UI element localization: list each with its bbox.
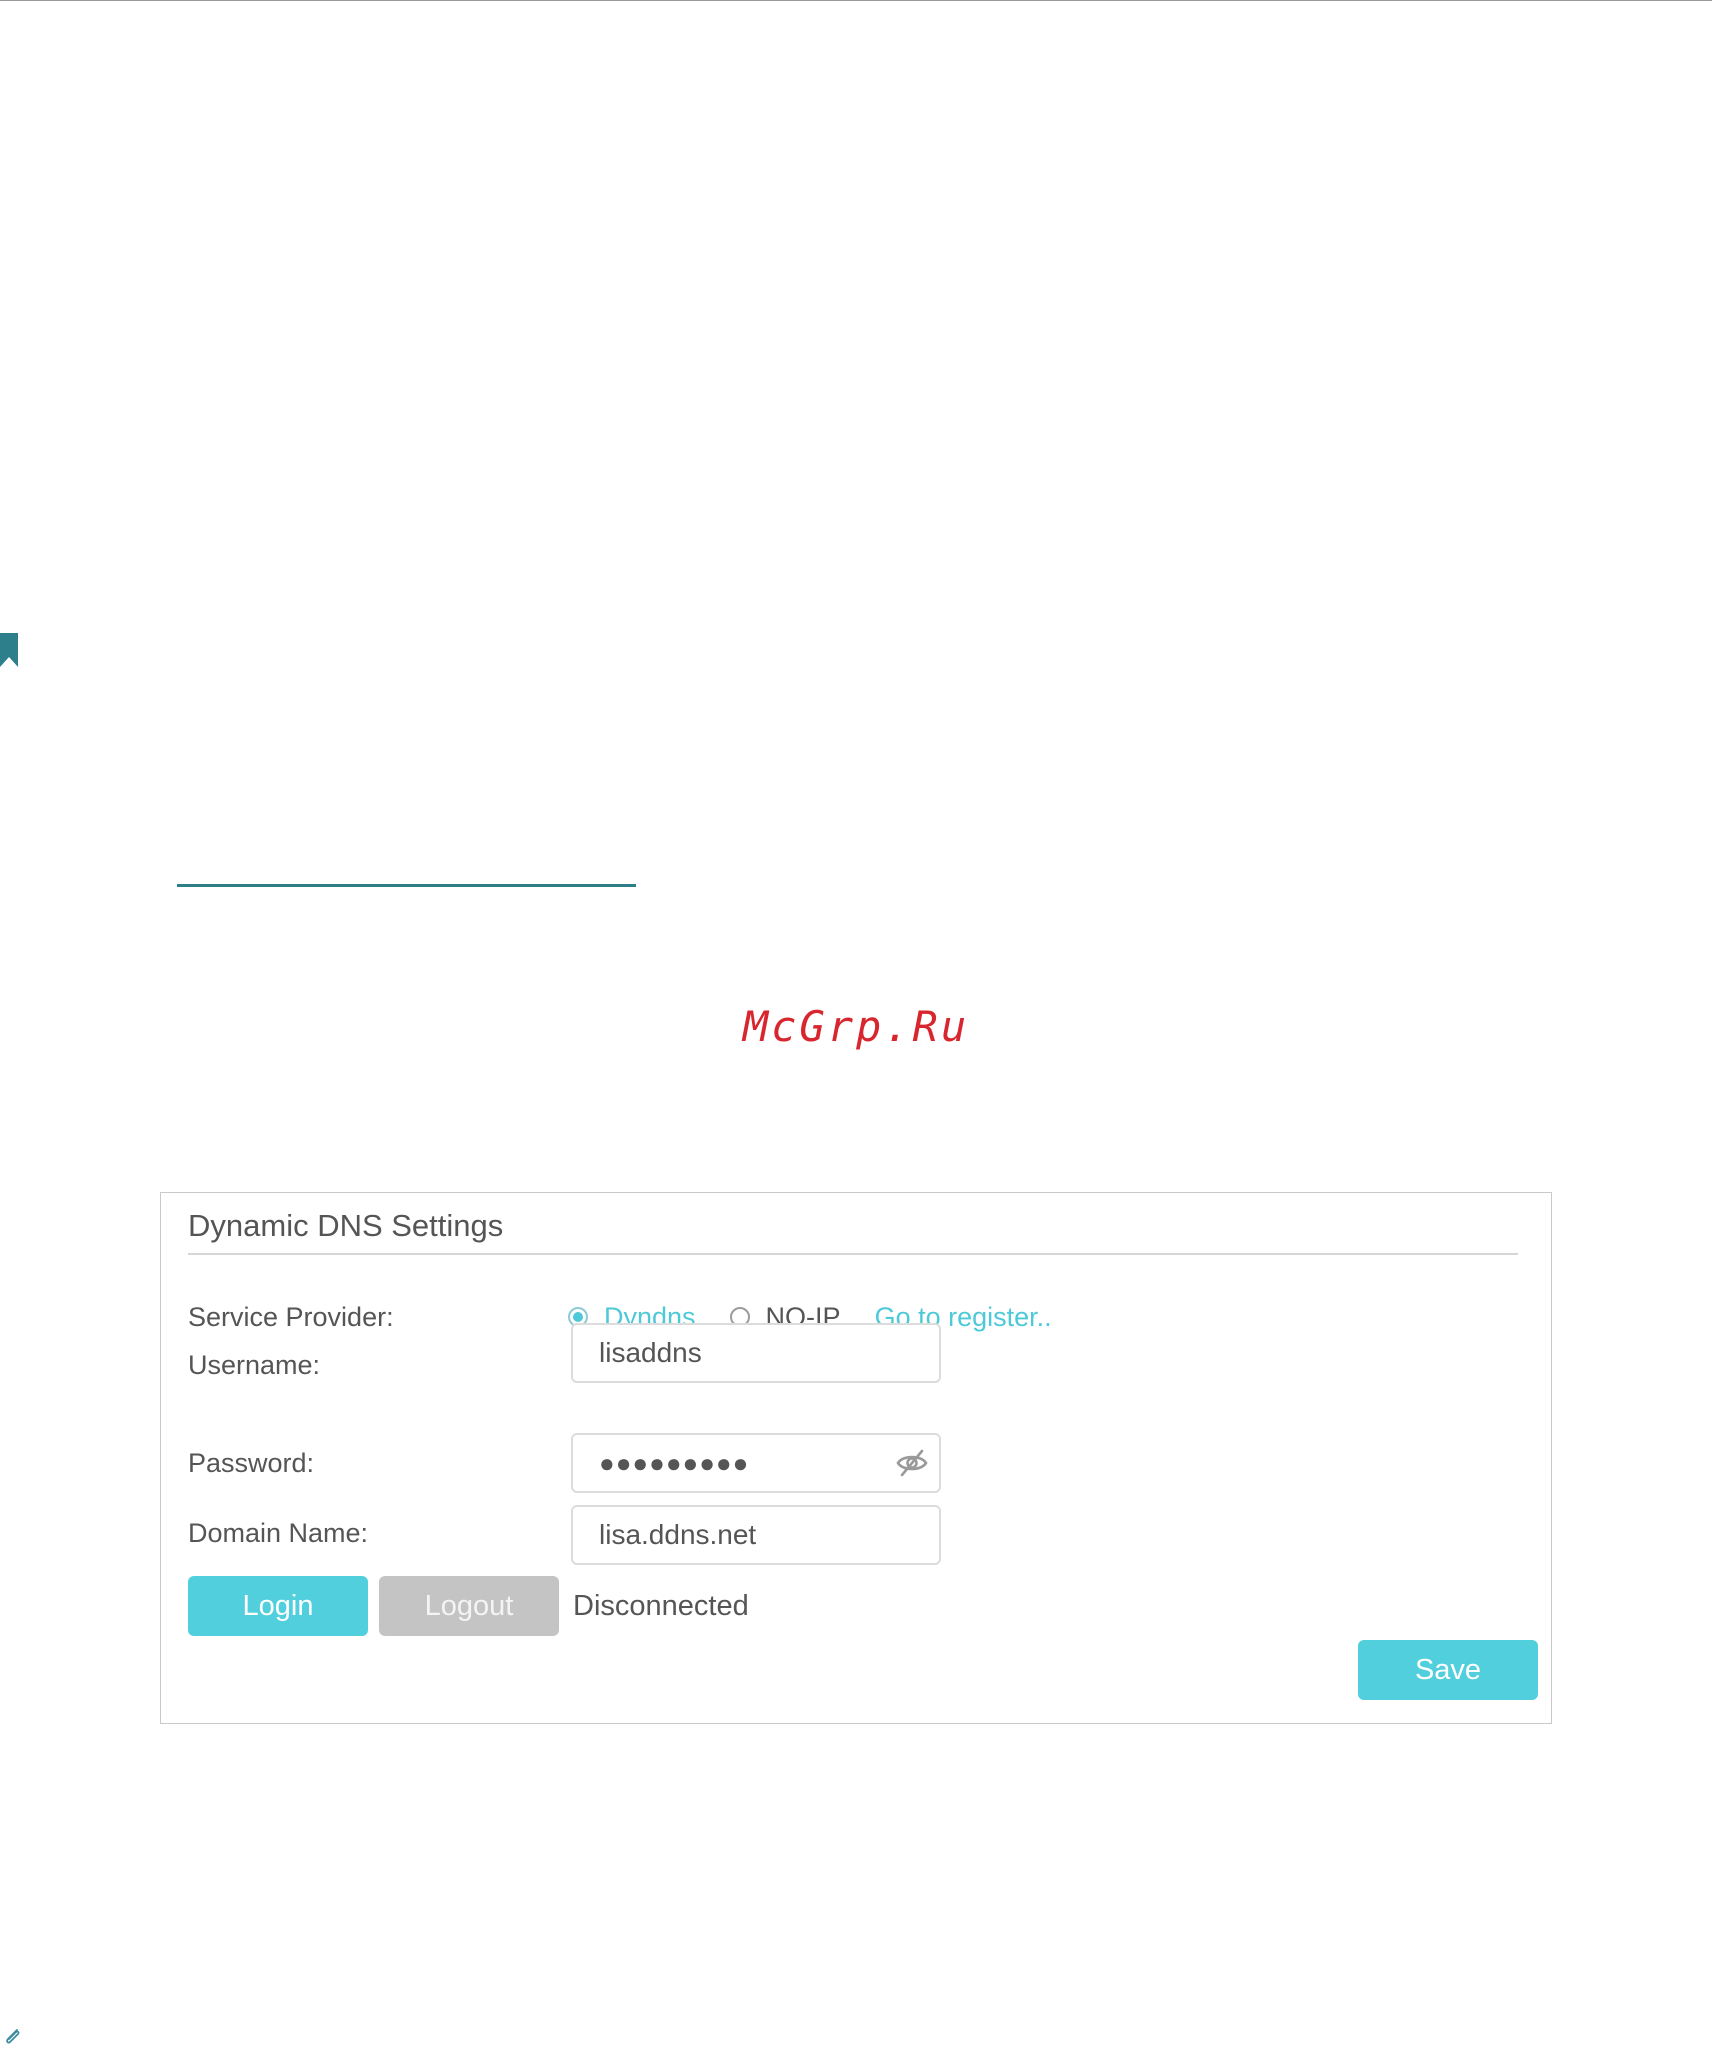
connection-status: Disconnected (573, 1590, 749, 1622)
service-provider-label: Service Provider: (188, 1302, 394, 1332)
login-button[interactable]: Login (188, 1576, 368, 1636)
page-top-rule (0, 0, 1712, 1)
save-button[interactable]: Save (1358, 1640, 1538, 1700)
eye-off-icon[interactable] (895, 1447, 929, 1479)
link-underline (177, 884, 636, 887)
bookmark-icon (0, 633, 18, 667)
panel-divider (188, 1253, 1518, 1255)
password-field[interactable]: ●●●●●●●●● (571, 1433, 941, 1493)
password-masked-value: ●●●●●●●●● (599, 1448, 750, 1478)
dynamic-dns-settings-panel: Dynamic DNS Settings Service Provider: D… (160, 1192, 1552, 1724)
logout-button[interactable]: Logout (379, 1576, 559, 1636)
password-label: Password: (188, 1448, 315, 1478)
watermark-text: McGrp.Ru (742, 1002, 970, 1051)
panel-title: Dynamic DNS Settings (188, 1208, 504, 1243)
username-input[interactable] (571, 1323, 941, 1383)
domain-name-input[interactable] (571, 1505, 941, 1565)
domain-name-label: Domain Name: (188, 1518, 369, 1548)
paperclip-icon (6, 2029, 20, 2044)
username-label: Username: (188, 1350, 321, 1380)
radio-dot (573, 1312, 583, 1322)
